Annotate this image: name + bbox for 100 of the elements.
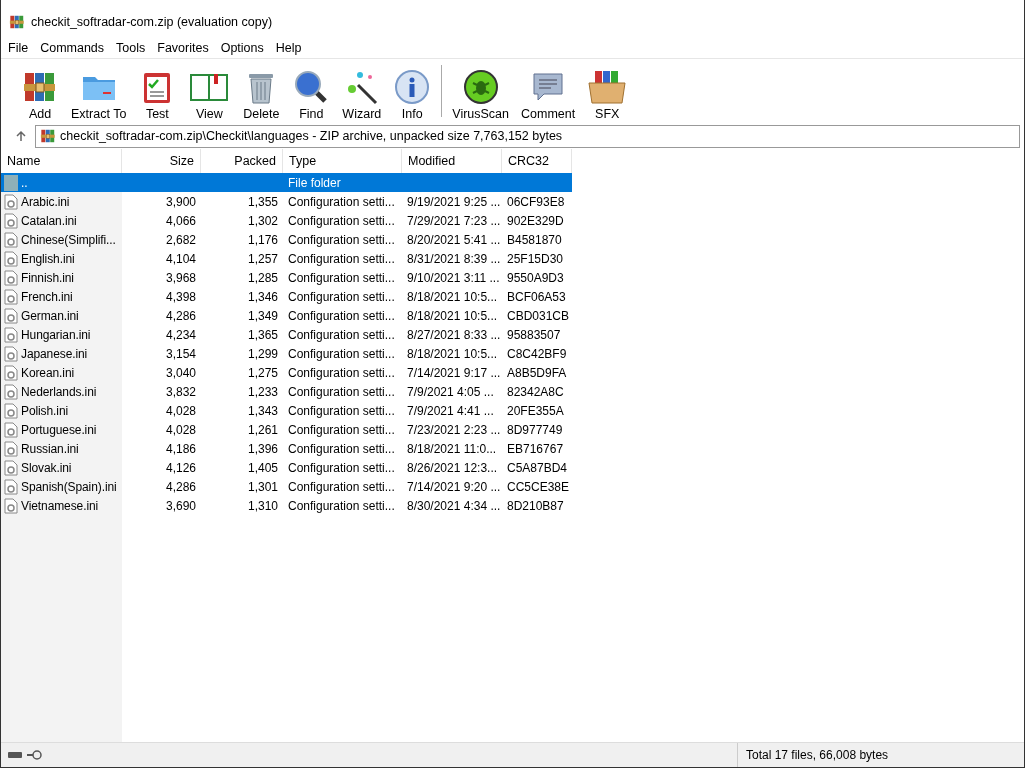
menu-item[interactable]: File — [3, 41, 34, 55]
table-cell: Portuguese.ini — [21, 422, 97, 437]
toolbar-button[interactable]: Info — [387, 69, 438, 121]
table-row[interactable]: .. File folder — [1, 173, 572, 192]
menu-item[interactable]: Favorites — [152, 41, 214, 55]
table-cell: 8/20/2021 5:41 ... — [407, 232, 501, 247]
table-cell: 3,154 — [165, 346, 196, 361]
table-cell: 25F15D30 — [507, 251, 564, 266]
table-cell: 4,126 — [165, 460, 196, 475]
table-cell: 8/18/2021 10:5... — [407, 289, 498, 304]
table-cell: 1,301 — [247, 479, 278, 494]
table-row[interactable]: Spanish(Spain).ini 4,286 1,301 Configuration setti... 7/14/2021 9:20 ... CC5CE38E — [1, 477, 572, 496]
toolbar-button[interactable]: Delete — [236, 69, 287, 121]
table-row[interactable]: Polish.ini 4,028 1,343 Configuration setti... 7/9/2021 4:41 ... 20FE355A — [1, 401, 572, 420]
table-row[interactable]: Arabic.ini 3,900 1,355 Configuration setti... 9/19/2021 9:25 ... 06CF93E8 — [1, 192, 572, 211]
table-row[interactable]: Slovak.ini 4,126 1,405 Configuration setti... 8/26/2021 12:3... C5A87BD4 — [1, 458, 572, 477]
up-arrow-icon[interactable] — [15, 130, 27, 142]
toolbar-button[interactable]: VirusScan — [446, 69, 515, 121]
table-cell: 1,261 — [247, 422, 278, 437]
table-cell: 8/31/2021 8:39 ... — [407, 251, 501, 266]
gear-file-icon — [4, 231, 18, 248]
table-cell: Japanese.ini — [21, 346, 88, 361]
table-cell: 9/10/2021 3:11 ... — [407, 270, 500, 285]
table-cell: 06CF93E8 — [507, 194, 565, 209]
table-row[interactable]: Korean.ini 3,040 1,275 Configuration setti... 7/14/2021 9:17 ... A8B5D9FA — [1, 363, 572, 382]
table-row[interactable]: Chinese(Simplifi... 2,682 1,176 Configuration setti... 8/20/2021 5:41 ... B4581870 — [1, 230, 572, 249]
table-cell: BCF06A53 — [507, 289, 566, 304]
table-cell: Configuration setti... — [288, 346, 395, 361]
toolbar-button[interactable]: Wizard — [336, 69, 388, 121]
table-cell: 9550A9D3 — [507, 270, 564, 285]
gear-file-icon — [4, 402, 18, 419]
toolbar-button[interactable]: Test — [132, 69, 183, 121]
table-row[interactable]: Vietnamese.ini 3,690 1,310 Configuration setti... 8/30/2021 4:34 ... 8D210B87 — [1, 496, 572, 515]
table-row[interactable]: Finnish.ini 3,968 1,285 Configuration setti... 9/10/2021 3:11 ... 9550A9D3 — [1, 268, 572, 287]
table-cell: 3,900 — [165, 194, 196, 209]
table-cell: 3,040 — [165, 365, 196, 380]
table-cell: 2,682 — [165, 232, 196, 247]
table-cell: Nederlands.ini — [21, 384, 97, 399]
table-cell: Russian.ini — [21, 441, 79, 456]
app-icon — [9, 14, 25, 30]
table-cell: Configuration setti... — [288, 251, 395, 266]
bug-icon — [462, 69, 499, 105]
menu-item[interactable]: Help — [270, 41, 307, 55]
table-cell: Configuration setti... — [288, 384, 395, 399]
toolbar-button[interactable]: Find — [286, 69, 337, 121]
table-cell: 7/29/2021 7:23 ... — [407, 213, 501, 228]
table-cell: 20FE355A — [507, 403, 564, 418]
address-field[interactable]: checkit_softradar-com.zip\Checkit\languages - ZIP archive, unpacked size 7,763,152 bytes — [35, 124, 1020, 148]
table-cell: Configuration setti... — [288, 327, 395, 342]
table-cell: 7/14/2021 9:20 ... — [407, 479, 501, 494]
table-row[interactable]: English.ini 4,104 1,257 Configuration setti... 8/31/2021 8:39 ... 25F15D30 — [1, 249, 572, 268]
toolbar-button[interactable]: SFX — [581, 69, 634, 121]
toolbar-button[interactable]: Comment — [515, 69, 582, 121]
table-cell: Configuration setti... — [288, 422, 395, 437]
table-row[interactable]: French.ini 4,398 1,346 Configuration setti... 8/18/2021 10:5... BCF06A53 — [1, 287, 572, 306]
gear-file-icon — [4, 364, 18, 381]
table-cell: Spanish(Spain).ini — [21, 479, 117, 494]
menu-item[interactable]: Commands — [35, 41, 110, 55]
table-cell: 3,690 — [165, 498, 196, 513]
table-cell: 1,346 — [247, 289, 278, 304]
table-cell: 8D977749 — [507, 422, 563, 437]
table-cell: 4,398 — [165, 289, 196, 304]
table-cell: Configuration setti... — [288, 213, 395, 228]
archive-icon — [40, 128, 56, 144]
toolbar-button[interactable]: View — [182, 69, 237, 121]
table-cell: 8/26/2021 12:3... — [407, 460, 498, 475]
menu-item[interactable]: Tools — [111, 41, 151, 55]
table-cell: 95883507 — [507, 327, 561, 342]
table-cell: 1,349 — [247, 308, 278, 323]
drive-icon — [7, 750, 23, 760]
menu-item[interactable]: Options — [215, 41, 269, 55]
table-cell: 4,104 — [165, 251, 196, 266]
table-cell: C5A87BD4 — [507, 460, 568, 475]
table-row[interactable]: German.ini 4,286 1,349 Configuration setti... 8/18/2021 10:5... CBD031CB — [1, 306, 572, 325]
table-cell: 4,066 — [165, 213, 196, 228]
toolbar-button[interactable]: Add — [15, 69, 65, 121]
table-cell: CC5CE38E — [507, 479, 570, 494]
box-icon — [587, 69, 628, 105]
table-cell: EB716767 — [507, 441, 564, 456]
table-cell: Chinese(Simplifi... — [21, 232, 116, 247]
gear-file-icon — [4, 269, 18, 286]
table-row[interactable]: Japanese.ini 3,154 1,299 Configuration setti... 8/18/2021 10:5... C8C42BF9 — [1, 344, 572, 363]
table-cell: 4,028 — [165, 403, 196, 418]
table-cell: Configuration setti... — [288, 194, 395, 209]
table-cell: 1,299 — [247, 346, 278, 361]
key-icon — [26, 750, 42, 760]
table-cell: 1,365 — [247, 327, 278, 342]
table-row[interactable]: Nederlands.ini 3,832 1,233 Configuration setti... 7/9/2021 4:05 ... 82342A8C — [1, 382, 572, 401]
table-cell: 1,355 — [247, 194, 278, 209]
table-cell: 8/18/2021 10:5... — [407, 346, 498, 361]
table-cell: 902E329D — [507, 213, 564, 228]
table-row[interactable]: Catalan.ini 4,066 1,302 Configuration setti... 7/29/2021 7:23 ... 902E329D — [1, 211, 572, 230]
table-row[interactable]: Hungarian.ini 4,234 1,365 Configuration setti... 8/27/2021 8:33 ... 95883507 — [1, 325, 572, 344]
toolbar-button[interactable]: Extract To — [65, 69, 133, 121]
table-cell: 7/23/2021 2:23 ... — [407, 422, 501, 437]
table-cell: 4,028 — [165, 422, 196, 437]
table-cell: Configuration setti... — [288, 498, 395, 513]
table-row[interactable]: Russian.ini 4,186 1,396 Configuration setti... 8/18/2021 11:0... EB716767 — [1, 439, 572, 458]
table-row[interactable]: Portuguese.ini 4,028 1,261 Configuration setti... 7/23/2021 2:23 ... 8D977749 — [1, 420, 572, 439]
table-cell: Configuration setti... — [288, 460, 395, 475]
